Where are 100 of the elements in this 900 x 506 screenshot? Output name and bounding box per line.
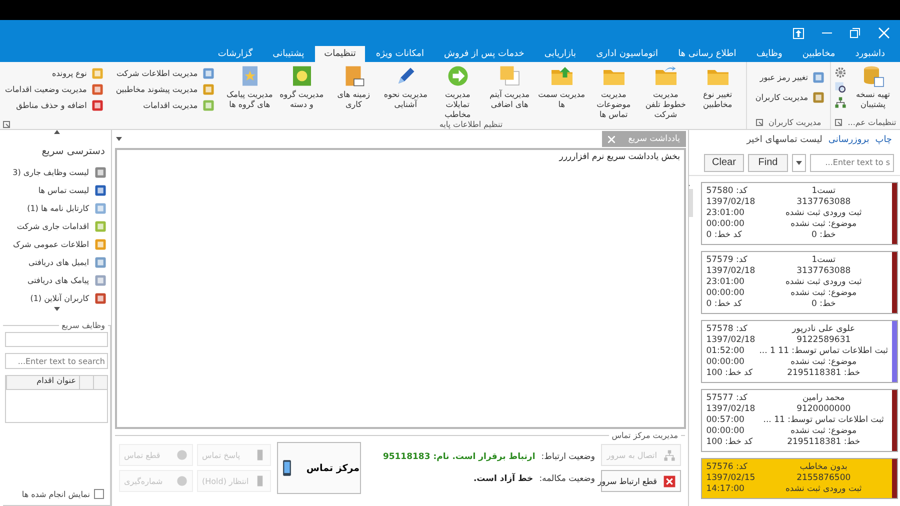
section-title: دسترسی سریع — [40, 145, 106, 159]
link[interactable]: بروزرسانی — [828, 135, 870, 145]
contact-name: علوی علی نادرپور — [790, 324, 856, 335]
call-code: کد: 57580 — [706, 186, 748, 197]
ribbon-tab[interactable]: خدمات پس از فروش — [435, 46, 534, 62]
phone-number: 9122589631 — [796, 335, 852, 346]
quick-access-item[interactable]: لیست وظایف جاری (3 — [3, 163, 111, 181]
status-label: وضعیت مکالمه: — [539, 474, 595, 484]
dialog-launcher-icon[interactable] — [756, 119, 763, 126]
ribbon-item[interactable]: نوع پرونده — [3, 66, 106, 80]
panel-title: مدیریت مرکز تماس — [610, 431, 679, 440]
search-field[interactable]: Enter text to s... — [810, 154, 894, 172]
search-field[interactable]: Enter text to search... — [5, 353, 108, 369]
pin-icon[interactable] — [793, 28, 804, 38]
ribbon-tab[interactable]: داشبورد — [846, 46, 894, 62]
call-date: 1397/02/18 — [706, 404, 756, 415]
ribbon-item[interactable]: مدیریت اقدامات — [114, 98, 217, 112]
note-text-area[interactable]: بخش یادداشت سریع نرم افزارررر — [115, 148, 686, 429]
call-line: خط: 2195118381 — [786, 437, 862, 448]
ribbon-button[interactable]: مدیریت آیتم های اضافی — [484, 64, 535, 110]
ribbon-tab[interactable]: اطلاع رسانی ها — [669, 46, 746, 62]
ribbon-item[interactable]: مدیریت پیشوند مخاطبین — [114, 82, 217, 96]
ribbon-tab[interactable]: امکانات ویژه — [366, 46, 434, 62]
ribbon-tab[interactable]: وظایف — [747, 46, 792, 62]
folder-arrow-icon — [654, 64, 678, 88]
close-icon[interactable] — [608, 136, 615, 142]
ribbon-item[interactable]: مدیریت وضعیت اقدامات — [3, 82, 106, 96]
ribbon-button[interactable]: مدیریت پیامک های گروه ها — [224, 64, 275, 110]
ribbon-item[interactable]: تغییر رمز عبور — [753, 70, 827, 84]
status-value: خط آزاد است. — [473, 474, 534, 484]
contact-name: تست1 — [810, 255, 836, 266]
caret-icon — [116, 137, 122, 141]
quick-access-item[interactable]: کاربران آنلاین (1) — [3, 289, 111, 307]
ribbon-tab[interactable]: اتوماسیون اداری — [587, 46, 668, 62]
call-duration: 00:00:00 — [706, 219, 746, 230]
dropdown-button[interactable] — [792, 154, 806, 172]
call-time: 00:57:00 — [706, 415, 746, 426]
column-header: عنوان اقدام — [6, 376, 79, 389]
call-subject: موضوع: ثبت نشده — [790, 288, 858, 299]
ribbon-button[interactable]: مدیریت تمایلات مخاطب — [432, 64, 483, 120]
input-field[interactable] — [5, 332, 108, 347]
call-time: 01:52:00 — [706, 346, 746, 357]
call-line: خط: 0 — [810, 230, 837, 241]
quick-access-item[interactable]: پیامک های دریافتی — [3, 271, 111, 289]
status-label: وضعیت ارتباط: — [541, 452, 595, 462]
clear-button[interactable]: Clear — [704, 154, 744, 172]
quick-access-item[interactable]: لیست تماس ها — [3, 181, 111, 199]
ribbon-item[interactable]: مدیریت کاربران — [753, 90, 827, 104]
call-subject: موضوع: ثبت نشده — [790, 426, 858, 437]
call-line: خط: 2195118381 — [786, 368, 862, 379]
call-subject: موضوع: ثبت نشده — [790, 357, 858, 368]
call-time: 14:17:00 — [706, 484, 746, 495]
call-date: 1397/02/18 — [706, 335, 756, 346]
call-date: 1397/02/15 — [706, 473, 756, 484]
quick-access-item[interactable]: کارتابل نامه ها (1) — [3, 199, 111, 217]
call-duration: 00:00:00 — [706, 357, 746, 368]
show-done-checkbox[interactable]: نمایش انجام شده ها — [5, 489, 108, 499]
ribbon-button[interactable]: مدیریت نحوه آشنایی — [380, 64, 431, 110]
line-code: کد خط: 100 — [706, 368, 754, 379]
ribbon-button[interactable]: زمینه های کاری — [328, 64, 379, 110]
call-date: 1397/02/18 — [706, 197, 756, 208]
call-status: ثبت اطلاعات تماس توسط: 11 1 ... — [759, 346, 888, 357]
dialog-launcher-icon[interactable] — [3, 121, 10, 128]
ribbon-button[interactable]: مدیریت گروه و دسته — [276, 64, 327, 110]
link[interactable]: چاپ — [875, 135, 892, 145]
backup-button[interactable]: تهیه نسخه پشتیبان — [849, 64, 897, 110]
call-subject: موضوع: ثبت نشده — [790, 219, 858, 230]
call-center-button[interactable]: مرکز تماس — [277, 442, 361, 494]
ribbon-tab[interactable]: مخاطبین — [793, 46, 844, 62]
call-time: 23:01:00 — [706, 208, 746, 219]
ribbon-button[interactable]: مدیریت خطوط تلفن شرکت — [640, 64, 691, 120]
ribbon-item[interactable]: اضافه و حذف مناطق — [3, 98, 106, 112]
call-date: 1397/02/18 — [706, 266, 756, 277]
quick-access-item[interactable]: اقدامات جاری شرکت — [3, 217, 111, 235]
call-duration: 00:00:00 — [706, 288, 746, 299]
ribbon-tab[interactable]: بازاریابی — [535, 46, 586, 62]
phone-number: 3137763088 — [796, 266, 852, 277]
expand-icon — [54, 307, 60, 311]
quick-access-item[interactable]: ایمیل های دریافتی — [3, 253, 111, 271]
call-status: ثبت ورودی ثبت نشده — [784, 277, 863, 288]
quick-access-item[interactable]: اطلاعات عمومی شرک — [3, 235, 111, 253]
close-icon[interactable] — [878, 27, 890, 39]
call-code: کد: 57578 — [706, 324, 748, 335]
contact-name: محمد رامین — [802, 393, 846, 404]
ribbon-button[interactable]: تغییر نوع مخاطبین — [692, 64, 743, 110]
ribbon-item[interactable]: مدیریت اطلاعات شرکت — [114, 66, 217, 80]
ribbon-button[interactable]: مدیریت موضوعات تماس ها — [588, 64, 639, 120]
gear-icon — [834, 66, 847, 79]
line-code: کد خط: 0 — [706, 230, 743, 241]
find-button[interactable]: Find — [748, 154, 788, 172]
call-time: 23:01:00 — [706, 277, 746, 288]
dialog-launcher-icon[interactable] — [834, 119, 842, 126]
ribbon-tab[interactable]: پشتیبانی — [264, 46, 314, 62]
group-title: تنظیمات عم... — [848, 118, 896, 127]
ribbon-button[interactable]: مدیریت سمت ها — [536, 64, 587, 110]
ribbon-tab[interactable]: تنظیمات — [315, 46, 365, 62]
close-icon — [663, 474, 676, 488]
restore-icon[interactable] — [850, 28, 860, 38]
line-code: کد خط: 0 — [706, 299, 743, 310]
ribbon-tab[interactable]: گزارشات — [208, 46, 262, 62]
